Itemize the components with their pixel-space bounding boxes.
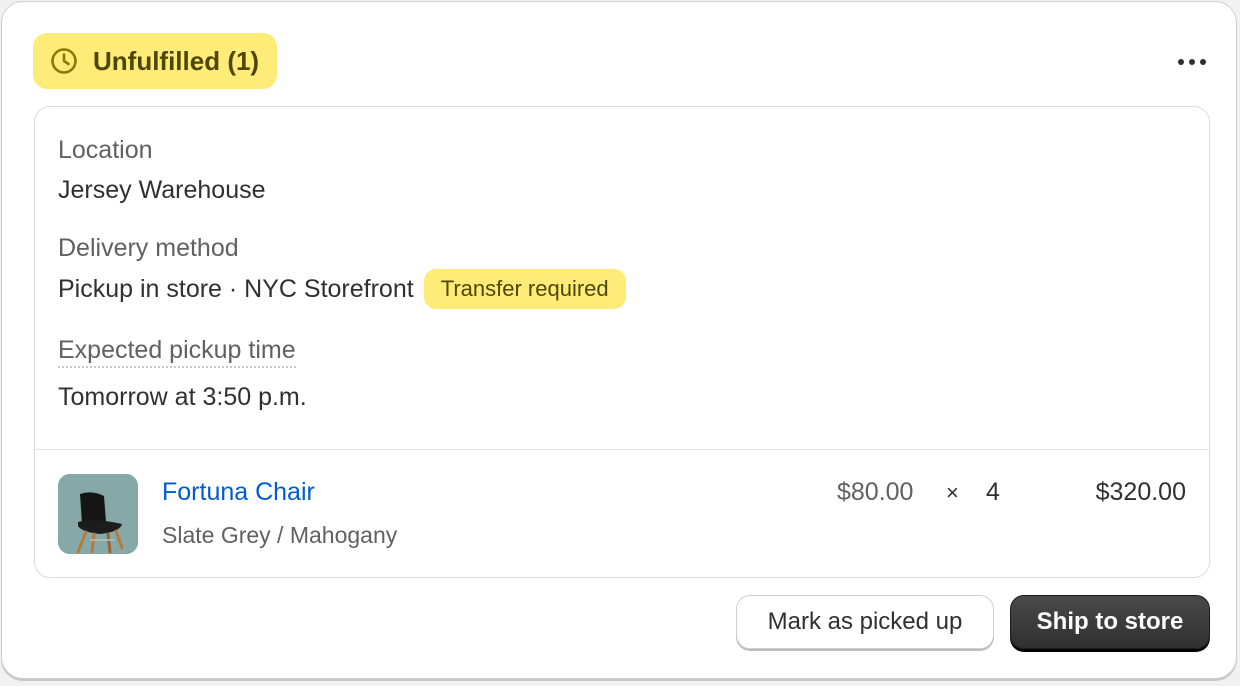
fulfillment-details: Location Jersey Warehouse Delivery metho…: [34, 106, 1210, 578]
delivery-method-field: Delivery method Pickup in store · NYC St…: [58, 231, 1186, 309]
pickup-time-label[interactable]: Expected pickup time: [58, 334, 296, 368]
product-title-link[interactable]: Fortuna Chair: [162, 478, 315, 507]
status-label: Unfulfilled (1): [93, 45, 260, 76]
line-total: $320.00: [1095, 478, 1186, 506]
delivery-method-label: Delivery method: [58, 234, 239, 262]
multiply-sign: ×: [946, 480, 959, 505]
location-label: Location: [58, 136, 153, 164]
product-variant: Slate Grey / Mahogany: [162, 522, 398, 548]
divider: [35, 449, 1209, 450]
delivery-method-value: Pickup in store · NYC Storefront: [58, 275, 414, 303]
product-thumbnail: [58, 474, 138, 554]
more-horizontal-icon: [1177, 58, 1207, 66]
quantity: 4: [986, 478, 1000, 506]
chair-image: [58, 474, 138, 554]
ship-to-store-button[interactable]: Ship to store: [1010, 595, 1210, 649]
unit-price: $80.00: [837, 478, 914, 506]
unfulfilled-status-badge: Unfulfilled (1): [33, 33, 278, 89]
location-value: Jersey Warehouse: [58, 176, 266, 204]
line-item: Fortuna Chair Slate Grey / Mahogany $80.…: [58, 474, 1186, 556]
clock-icon: [49, 46, 79, 76]
pickup-time-value: Tomorrow at 3:50 p.m.: [58, 383, 307, 411]
fulfillment-card: Unfulfilled (1) Location Jersey Warehous…: [1, 1, 1237, 679]
mark-as-picked-up-button[interactable]: Mark as picked up: [736, 595, 994, 649]
pickup-time-field: Expected pickup time Tomorrow at 3:50 p.…: [58, 333, 1186, 414]
location-field: Location Jersey Warehouse: [58, 133, 1186, 207]
transfer-required-badge: Transfer required: [423, 269, 626, 309]
more-actions-button[interactable]: [1170, 40, 1214, 84]
